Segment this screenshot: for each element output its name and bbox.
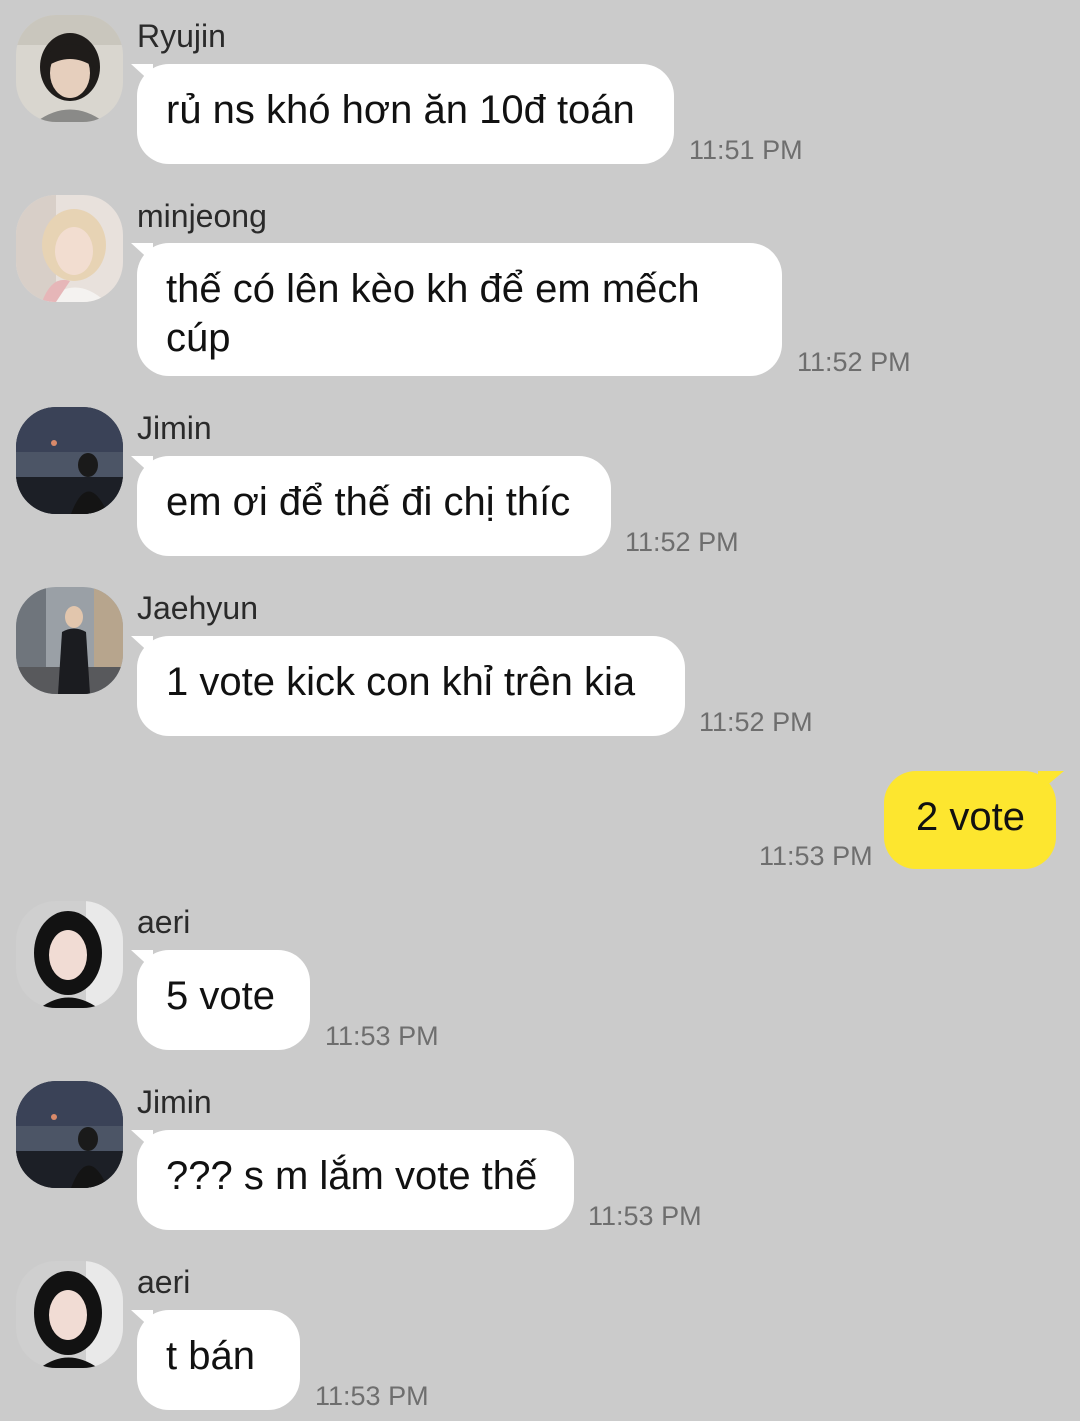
message-timestamp: 11:51 PM: [689, 135, 803, 165]
message-bubble[interactable]: 1 vote kick con khỉ trên kia: [137, 636, 685, 736]
message-text: 5 vote: [166, 974, 275, 1018]
avatar-photo-icon: [16, 407, 123, 514]
message-timestamp: 11:52 PM: [699, 707, 813, 737]
my-message-bubble[interactable]: 2 vote: [884, 771, 1056, 869]
sender-name: aeri: [137, 904, 191, 940]
message-bubble[interactable]: ??? s m lắm vote thế: [137, 1130, 574, 1230]
message-text: ??? s m lắm vote thế: [166, 1154, 538, 1198]
message-text: em ơi để thế đi chị thíc: [166, 480, 571, 524]
message-bubble[interactable]: 5 vote: [137, 950, 310, 1050]
sender-name: Ryujin: [137, 18, 226, 54]
avatar-ryujin[interactable]: [16, 15, 123, 122]
avatar-jimin[interactable]: [16, 407, 123, 514]
message-timestamp: 11:53 PM: [325, 1021, 439, 1051]
avatar-photo-icon: [16, 1081, 123, 1188]
message-bubble[interactable]: thế có lên kèo kh để em mếch cúp: [137, 243, 782, 376]
avatar-jaehyun[interactable]: [16, 587, 123, 694]
avatar-minjeong[interactable]: [16, 195, 123, 302]
avatar-photo-icon: [16, 195, 123, 302]
message-bubble[interactable]: t bán: [137, 1310, 300, 1410]
message-timestamp: 11:53 PM: [315, 1381, 429, 1411]
avatar-photo-icon: [16, 901, 123, 1008]
avatar-jimin[interactable]: [16, 1081, 123, 1188]
message-timestamp: 11:52 PM: [797, 347, 911, 377]
sender-name: Jaehyun: [137, 590, 258, 626]
sender-name: aeri: [137, 1264, 191, 1300]
avatar-aeri[interactable]: [16, 1261, 123, 1368]
message-timestamp: 11:53 PM: [759, 841, 873, 871]
message-timestamp: 11:53 PM: [588, 1201, 702, 1231]
message-text: 1 vote kick con khỉ trên kia: [166, 660, 636, 704]
message-text: rủ ns khó hơn ăn 10đ toán: [166, 88, 635, 132]
sender-name: Jimin: [137, 1084, 212, 1120]
message-text: 2 vote: [916, 795, 1025, 839]
message-text: t bán: [166, 1334, 255, 1378]
message-timestamp: 11:52 PM: [625, 527, 739, 557]
sender-name: minjeong: [137, 198, 267, 234]
message-text: thế có lên kèo kh để em mếch cúp: [166, 267, 700, 360]
avatar-photo-icon: [16, 1261, 123, 1368]
avatar-photo-icon: [16, 587, 123, 694]
message-bubble[interactable]: em ơi để thế đi chị thíc: [137, 456, 611, 556]
avatar-photo-icon: [16, 15, 123, 122]
message-bubble[interactable]: rủ ns khó hơn ăn 10đ toán: [137, 64, 674, 164]
avatar-aeri[interactable]: [16, 901, 123, 1008]
sender-name: Jimin: [137, 410, 212, 446]
